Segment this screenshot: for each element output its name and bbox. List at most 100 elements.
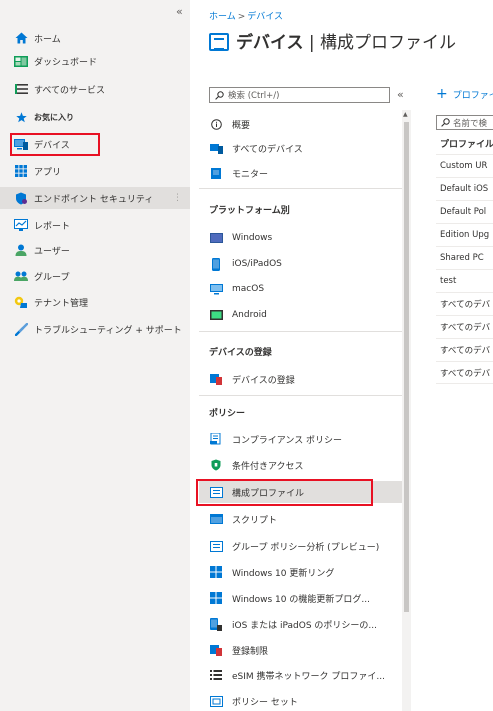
menu-item-windows[interactable]: Windows	[209, 228, 272, 248]
sidebar-item-label: テナント管理	[34, 298, 89, 309]
menu-scrollbar-thumb[interactable]	[404, 122, 409, 612]
compliance-icon	[209, 433, 223, 445]
section-header-platform: プラットフォーム別	[209, 206, 290, 216]
menu-item-label: グループ ポリシー分析 (プレビュー)	[232, 542, 380, 553]
scroll-up-arrow-icon[interactable]: ▲	[403, 111, 408, 118]
sidebar-item-endpoint-security[interactable]: エンドポイント セキュリティ ⋮	[0, 187, 190, 209]
monitor-icon	[209, 167, 223, 179]
android-icon	[209, 309, 223, 321]
menu-item-overview[interactable]: 概要	[209, 114, 250, 134]
menu-item-compliance[interactable]: コンプライアンス ポリシー	[209, 429, 342, 449]
sidebar-item-label: グループ	[34, 272, 70, 283]
profile-name-cell[interactable]: すべてのデバ	[440, 367, 490, 379]
sidebar-item-apps[interactable]: アプリ	[14, 161, 186, 181]
menu-search-input[interactable]: 検索 (Ctrl+/)	[209, 87, 390, 103]
menu-item-ios[interactable]: iOS/iPadOS	[209, 254, 282, 274]
config-profile-title-icon	[209, 33, 229, 51]
windows-icon	[209, 592, 223, 604]
menu-item-label: Android	[232, 310, 267, 320]
table-row[interactable]: すべてのデバ	[436, 338, 493, 361]
profile-name-cell[interactable]: すべてのデバ	[440, 321, 490, 333]
menu-item-android[interactable]: Android	[209, 305, 267, 325]
menu-item-label: 条件付きアクセス	[232, 461, 304, 472]
profile-name-cell[interactable]: Default Pol	[440, 207, 486, 217]
menu-item-group-policy-analytics[interactable]: グループ ポリシー分析 (プレビュー)	[209, 536, 379, 556]
menu-item-label: Windows	[232, 233, 273, 243]
page-title-bold: デバイス	[236, 33, 304, 53]
menu-item-enrollment-restrictions[interactable]: 登録制限	[209, 640, 268, 660]
search-icon	[441, 118, 450, 127]
column-header-profile-name[interactable]: プロファイル名	[440, 137, 493, 150]
menu-item-label: すべてのデバイス	[232, 144, 303, 155]
profile-name-cell[interactable]: すべてのデバ	[440, 344, 490, 356]
sidebar-item-reports[interactable]: レポート	[14, 215, 186, 235]
menu-item-scripts[interactable]: スクリプト	[209, 509, 277, 529]
menu-item-label: iOS または iPadOS のポリシーの...	[232, 620, 378, 631]
table-row[interactable]: test	[436, 269, 493, 292]
sidebar-item-label: エンドポイント セキュリティ	[34, 194, 154, 205]
sidebar-item-dashboard[interactable]: ダッシュボード	[14, 51, 186, 71]
sidebar-item-label: ダッシュボード	[34, 57, 98, 68]
menu-item-label: スクリプト	[232, 515, 278, 526]
menu-item-label: 登録制限	[232, 646, 269, 657]
sidebar-item-label: すべてのサービス	[34, 85, 106, 96]
sidebar-item-label: お気に入り	[34, 112, 74, 122]
filter-by-name-input[interactable]: 名前で検	[436, 115, 493, 130]
table-row[interactable]: Default Pol	[436, 200, 493, 223]
create-profile-button[interactable]: + プロファイ	[436, 86, 493, 102]
profile-name-cell[interactable]: Custom UR	[440, 161, 487, 171]
sidebar-item-favorites[interactable]: お気に入り	[14, 107, 186, 127]
script-icon	[209, 513, 223, 525]
menu-item-esim-profiles[interactable]: eSIM 携帯ネットワーク プロファイ...	[209, 665, 385, 685]
sidebar-item-troubleshooting[interactable]: トラブルシューティング + サポート	[14, 319, 186, 339]
menu-item-win10-feature-updates[interactable]: Windows 10 の機能更新プログ...	[209, 588, 370, 608]
list-icon	[14, 83, 28, 95]
menu-divider	[199, 395, 402, 396]
sidebar-item-groups[interactable]: グループ	[14, 266, 186, 286]
breadcrumb-devices-link[interactable]: デバイス	[247, 12, 283, 22]
menu-item-label: デバイスの登録	[232, 375, 295, 386]
menu-item-policy-sets[interactable]: ポリシー セット	[209, 691, 298, 711]
table-row[interactable]: Default iOS	[436, 177, 493, 200]
profile-name-cell[interactable]: test	[440, 276, 456, 286]
menu-item-all-devices[interactable]: すべてのデバイス	[209, 138, 303, 158]
menu-item-label: iOS/iPadOS	[232, 259, 282, 269]
menu-item-ios-update-policies[interactable]: iOS または iPadOS のポリシーの...	[209, 614, 377, 634]
menu-item-win10-update-rings[interactable]: Windows 10 更新リング	[209, 562, 334, 582]
more-options-icon[interactable]: ⋮	[173, 193, 182, 203]
profile-name-cell[interactable]: すべてのデバ	[440, 298, 490, 310]
sidebar-item-home[interactable]: ホーム	[14, 28, 186, 48]
dashboard-icon	[14, 55, 28, 67]
conditional-access-icon	[209, 459, 223, 471]
menu-item-macos[interactable]: macOS	[209, 279, 264, 299]
menu-item-label: 概要	[232, 120, 251, 131]
sidebar-item-tenant-admin[interactable]: テナント管理	[14, 292, 186, 312]
sidebar-item-users[interactable]: ユーザー	[14, 240, 186, 260]
page-title: デバイス | 構成プロファイル	[236, 28, 456, 53]
profile-name-cell[interactable]: Edition Upg	[440, 230, 489, 240]
profile-name-cell[interactable]: Shared PC	[440, 253, 484, 263]
breadcrumb: ホーム > デバイス	[209, 9, 283, 22]
sidebar-collapse-button[interactable]: «	[176, 5, 183, 18]
table-row[interactable]: すべてのデバ	[436, 292, 493, 315]
sidebar-item-label: ホーム	[34, 34, 61, 45]
search-icon	[215, 90, 224, 100]
table-row[interactable]: すべてのデバ	[436, 361, 493, 384]
sidebar-item-all-services[interactable]: すべてのサービス	[14, 79, 186, 99]
menu-item-enroll-devices[interactable]: デバイスの登録	[209, 369, 295, 389]
profile-name-cell[interactable]: Default iOS	[440, 184, 488, 194]
mac-icon	[209, 283, 223, 295]
esim-icon	[209, 669, 223, 681]
table-row[interactable]: Shared PC	[436, 246, 493, 269]
menu-collapse-button[interactable]: «	[397, 88, 404, 101]
breadcrumb-home-link[interactable]: ホーム	[209, 12, 236, 22]
table-row[interactable]: すべてのデバ	[436, 315, 493, 338]
create-profile-label: プロファイ	[452, 90, 493, 101]
filter-placeholder: 名前で検	[453, 118, 488, 129]
menu-item-monitor[interactable]: モニター	[209, 163, 268, 183]
table-row[interactable]: Custom UR	[436, 154, 493, 177]
table-row[interactable]: Edition Upg	[436, 223, 493, 246]
menu-item-conditional-access[interactable]: 条件付きアクセス	[209, 455, 304, 475]
section-header-policy: ポリシー	[209, 409, 246, 419]
info-icon	[209, 118, 223, 130]
